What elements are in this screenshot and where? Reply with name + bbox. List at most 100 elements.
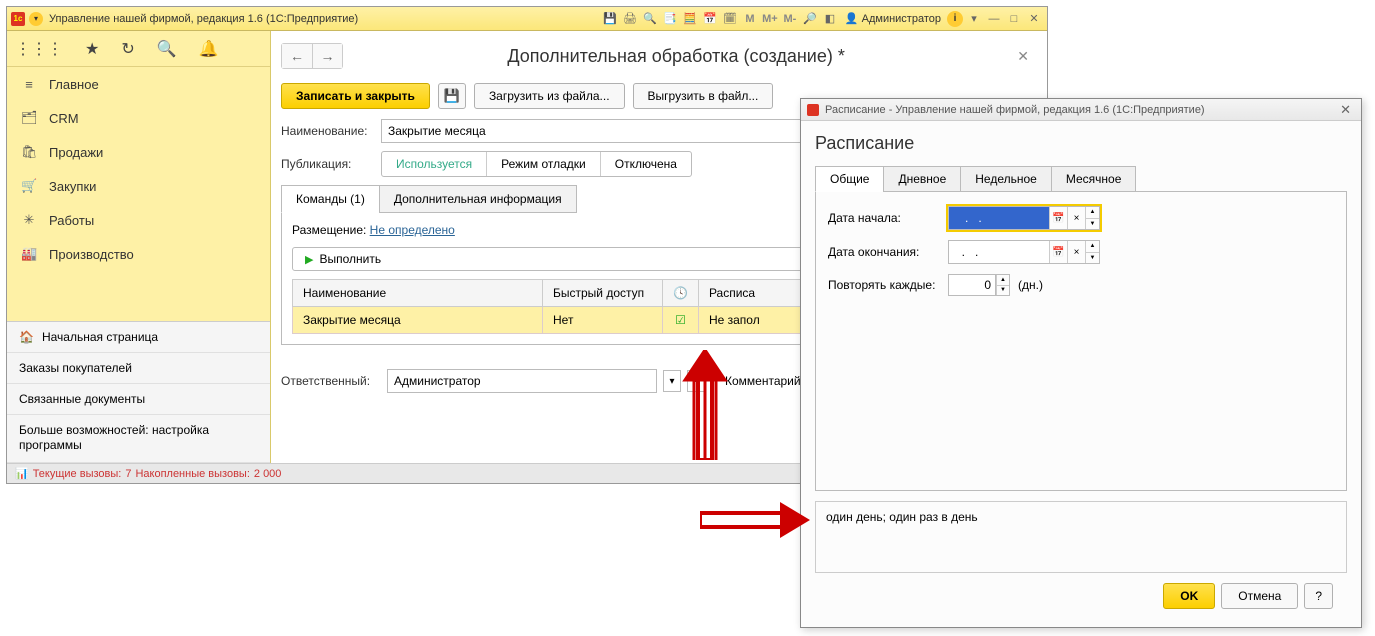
- placement-link[interactable]: Не определено: [370, 223, 455, 237]
- save-icon[interactable]: 💾: [601, 10, 619, 28]
- print-icon[interactable]: 🖨: [621, 10, 639, 28]
- date-icon[interactable]: 🗓: [721, 10, 739, 28]
- notifications-icon[interactable]: 🔔: [199, 39, 219, 59]
- repeat-down-icon[interactable]: ▼: [996, 286, 1009, 296]
- search-icon[interactable]: 🔍: [157, 39, 177, 59]
- end-date-input[interactable]: [949, 241, 1049, 263]
- user-label: Администратор: [862, 13, 941, 25]
- close-window-icon[interactable]: ✕: [1025, 10, 1043, 28]
- current-calls-value: 7: [125, 468, 131, 480]
- dialog-tab-weekly[interactable]: Недельное: [960, 166, 1052, 192]
- accumulated-calls-label: Накопленные вызовы:: [135, 468, 249, 480]
- start-date-calendar-icon[interactable]: 📅: [1049, 207, 1067, 229]
- help-button[interactable]: ?: [1304, 583, 1333, 609]
- sidebar-item-crm[interactable]: 🗂CRM: [7, 101, 270, 135]
- history-dropdown-icon[interactable]: ▾: [965, 10, 983, 28]
- sidebar-item-production[interactable]: 🏭Производство: [7, 237, 270, 271]
- annotation-arrow-right-icon: [700, 500, 810, 540]
- close-page-icon[interactable]: ✕: [1009, 44, 1037, 69]
- title-bar: 1c ▾ Управление нашей фирмой, редакция 1…: [7, 7, 1047, 31]
- dialog-close-icon[interactable]: ✕: [1336, 102, 1355, 118]
- pub-option-enabled[interactable]: Используется: [382, 152, 487, 176]
- calculator-icon[interactable]: 🧮: [681, 10, 699, 28]
- end-date-down-icon[interactable]: ▼: [1085, 253, 1099, 264]
- publication-label: Публикация:: [281, 157, 381, 171]
- repeat-up-icon[interactable]: ▲: [996, 275, 1009, 286]
- nav-back-button[interactable]: ←: [282, 44, 312, 68]
- repeat-label: Повторять каждые:: [828, 278, 948, 292]
- cell-scheduled-checkbox[interactable]: ☑: [663, 307, 699, 334]
- load-from-file-button[interactable]: Загрузить из файла...: [474, 83, 625, 109]
- maximize-icon[interactable]: □: [1005, 10, 1023, 28]
- ok-button[interactable]: OK: [1163, 583, 1215, 609]
- cell-name: Закрытие месяца: [293, 307, 543, 334]
- memory-m-icon[interactable]: M: [741, 10, 759, 28]
- main-icon: ≡: [21, 77, 37, 92]
- sidebar-item-sales[interactable]: 🛍Продажи: [7, 135, 270, 169]
- pub-option-debug[interactable]: Режим отладки: [487, 152, 601, 176]
- end-date-clear-icon[interactable]: ×: [1067, 241, 1085, 263]
- col-name[interactable]: Наименование: [293, 280, 543, 307]
- schedule-dialog: Расписание - Управление нашей фирмой, ре…: [800, 98, 1362, 628]
- sidebar-item-main[interactable]: ≡ Главное: [7, 67, 270, 101]
- responsible-input[interactable]: [387, 369, 657, 393]
- history-icon[interactable]: ↻: [121, 39, 134, 59]
- dialog-tab-panel: Дата начала: 📅 × ▲▼ Дата окончания: 📅 × …: [815, 191, 1347, 491]
- tab-commands[interactable]: Команды (1): [281, 185, 380, 213]
- nav-forward-button[interactable]: →: [312, 44, 342, 68]
- repeat-input[interactable]: [948, 274, 996, 296]
- sidebar-item-label: Закупки: [49, 179, 96, 194]
- tab-additional-info[interactable]: Дополнительная информация: [379, 185, 577, 213]
- start-date-label: Дата начала:: [828, 211, 948, 225]
- pub-option-disabled[interactable]: Отключена: [601, 152, 691, 176]
- dialog-heading: Расписание: [815, 133, 1347, 154]
- sidebar-item-label: Работы: [49, 213, 94, 228]
- start-date-down-icon[interactable]: ▼: [1085, 219, 1099, 230]
- save-button[interactable]: 💾: [438, 83, 466, 109]
- start-date-up-icon[interactable]: ▲: [1085, 207, 1099, 219]
- info-icon[interactable]: i: [947, 11, 963, 27]
- schedule-summary: один день; один раз в день: [815, 501, 1347, 573]
- home-page-link[interactable]: 🏠Начальная страница: [7, 322, 270, 353]
- linked-docs-link[interactable]: Связанные документы: [7, 384, 270, 415]
- responsible-dropdown-icon[interactable]: ▾: [663, 370, 681, 392]
- dialog-tab-general[interactable]: Общие: [815, 166, 884, 192]
- dialog-tab-daily[interactable]: Дневное: [883, 166, 961, 192]
- current-user[interactable]: 👤 Администратор: [845, 12, 941, 25]
- col-clock[interactable]: 🕓: [663, 280, 699, 307]
- favorites-icon[interactable]: ★: [85, 39, 99, 59]
- end-date-up-icon[interactable]: ▲: [1085, 241, 1099, 253]
- cancel-button[interactable]: Отмена: [1221, 583, 1298, 609]
- window-title: Управление нашей фирмой, редакция 1.6 (1…: [49, 13, 601, 25]
- save-and-close-button[interactable]: Записать и закрыть: [281, 83, 430, 109]
- app-menu-dropdown-icon[interactable]: ▾: [29, 12, 43, 26]
- crm-icon: 🗂: [21, 110, 37, 126]
- sidebar-item-label: Главное: [49, 77, 99, 92]
- accumulated-calls-value: 2 000: [254, 468, 282, 480]
- start-date-field: 📅 × ▲▼: [948, 206, 1100, 230]
- col-quick[interactable]: Быстрый доступ: [543, 280, 663, 307]
- preview-icon[interactable]: 🔍: [641, 10, 659, 28]
- start-date-clear-icon[interactable]: ×: [1067, 207, 1085, 229]
- sidebar-item-purchases[interactable]: 🛒Закупки: [7, 169, 270, 203]
- customer-orders-link[interactable]: Заказы покупателей: [7, 353, 270, 384]
- sidebar-item-works[interactable]: ✳Работы: [7, 203, 270, 237]
- dialog-tab-monthly[interactable]: Месячное: [1051, 166, 1137, 192]
- zoom-icon[interactable]: 🔎: [801, 10, 819, 28]
- name-label: Наименование:: [281, 124, 381, 138]
- more-features-link[interactable]: Больше возможностей: настройка программы: [7, 415, 270, 463]
- execute-label: Выполнить: [319, 252, 381, 266]
- export-to-file-button[interactable]: Выгрузить в файл...: [633, 83, 774, 109]
- calendar-icon[interactable]: 📅: [701, 10, 719, 28]
- apps-grid-icon[interactable]: ⋮⋮⋮: [15, 39, 63, 59]
- start-date-input[interactable]: [949, 207, 1049, 229]
- memory-mplus-icon[interactable]: M+: [761, 10, 779, 28]
- nav-buttons: ← →: [281, 43, 343, 69]
- memory-mminus-icon[interactable]: M-: [781, 10, 799, 28]
- minimize-icon[interactable]: —: [985, 10, 1003, 28]
- responsible-open-icon[interactable]: ▫: [687, 370, 705, 392]
- play-icon: ▶: [305, 253, 313, 266]
- panels-icon[interactable]: ◧: [821, 10, 839, 28]
- end-date-calendar-icon[interactable]: 📅: [1049, 241, 1067, 263]
- compare-icon[interactable]: 📑: [661, 10, 679, 28]
